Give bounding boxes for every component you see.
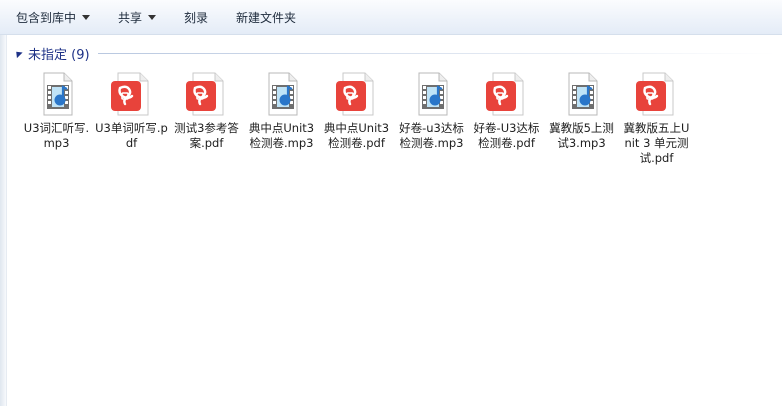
file-name: U3词汇听写.mp3 bbox=[23, 121, 90, 150]
file-name: 典中点Unit3 检测卷.pdf bbox=[323, 121, 390, 150]
file-item[interactable]: U3词汇听写.mp3 bbox=[20, 70, 93, 166]
file-item[interactable]: 冀教版五上Unit 3 单元测试.pdf bbox=[620, 70, 693, 166]
file-name: 冀教版5上测试3.mp3 bbox=[549, 121, 614, 150]
pdf-icon bbox=[108, 70, 156, 118]
file-name: 典中点Unit3 检测卷.mp3 bbox=[248, 121, 315, 150]
file-name: 好卷-U3达标检测卷.pdf bbox=[473, 121, 540, 150]
file-name: 测试3参考答案.pdf bbox=[174, 121, 239, 150]
file-item[interactable]: 好卷-u3达标检测卷.mp3 bbox=[395, 70, 468, 166]
file-name: 冀教版五上Unit 3 单元测试.pdf bbox=[623, 121, 690, 165]
pdf-icon bbox=[483, 70, 531, 118]
share-button[interactable]: 共享 bbox=[104, 3, 170, 31]
file-item[interactable]: 典中点Unit3 检测卷.pdf bbox=[320, 70, 393, 166]
include-in-library-label: 包含到库中 bbox=[16, 10, 77, 25]
share-label: 共享 bbox=[118, 10, 143, 25]
command-bar: 包含到库中 共享 刻录 新建文件夹 bbox=[0, 0, 782, 35]
file-item[interactable]: 冀教版5上测试3.mp3 bbox=[545, 70, 618, 166]
pdf-icon bbox=[183, 70, 231, 118]
media-audio-icon bbox=[558, 70, 606, 118]
file-name: 好卷-u3达标检测卷.mp3 bbox=[399, 121, 464, 150]
file-item[interactable]: 典中点Unit3 检测卷.mp3 bbox=[245, 70, 318, 166]
group-divider bbox=[97, 52, 776, 54]
collapse-arrow-icon[interactable] bbox=[13, 48, 23, 58]
media-audio-icon bbox=[258, 70, 306, 118]
group-title: 未指定 (9) bbox=[28, 47, 90, 63]
file-item[interactable]: 好卷-U3达标检测卷.pdf bbox=[470, 70, 543, 166]
burn-label: 刻录 bbox=[184, 10, 209, 25]
file-name: U3单词听写.pdf bbox=[95, 121, 168, 150]
chevron-down-icon bbox=[148, 14, 157, 20]
media-audio-icon bbox=[408, 70, 456, 118]
pdf-icon bbox=[333, 70, 381, 118]
file-item[interactable]: U3单词听写.pdf bbox=[95, 70, 168, 166]
media-audio-icon bbox=[33, 70, 81, 118]
pdf-icon bbox=[633, 70, 681, 118]
file-item[interactable]: 测试3参考答案.pdf bbox=[170, 70, 243, 166]
group-header[interactable]: 未指定 (9) bbox=[13, 44, 776, 63]
file-list: U3词汇听写.mp3 U3单词听写.pdf 测试3参考答案.pdf 典中点Uni… bbox=[20, 70, 695, 166]
chevron-down-icon bbox=[82, 14, 91, 20]
new-folder-label: 新建文件夹 bbox=[236, 10, 297, 25]
burn-button[interactable]: 刻录 bbox=[170, 3, 222, 31]
include-in-library-button[interactable]: 包含到库中 bbox=[0, 3, 104, 31]
new-folder-button[interactable]: 新建文件夹 bbox=[222, 3, 310, 31]
navigation-pane-edge bbox=[0, 35, 7, 406]
